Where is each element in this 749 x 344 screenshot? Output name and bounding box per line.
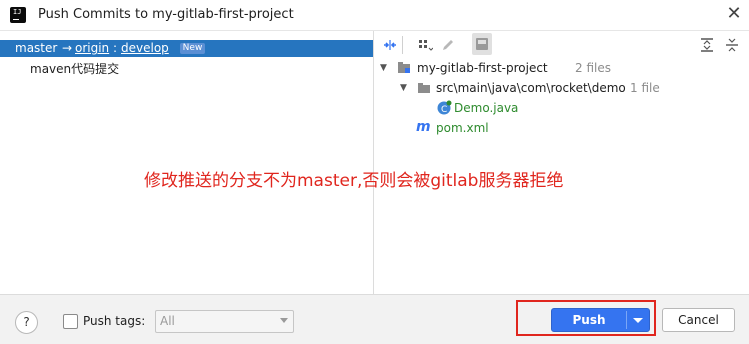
dialog-footer: ? Push tags: All Push Cancel [0, 294, 749, 344]
expand-all-icon[interactable] [699, 37, 715, 53]
edit-icon[interactable] [440, 37, 456, 53]
branch-row[interactable]: master → origin : develop New [0, 40, 373, 57]
caret-down-icon [633, 318, 643, 323]
cancel-button[interactable]: Cancel [662, 308, 735, 332]
file-name: Demo.java [454, 101, 519, 115]
maven-icon: m [416, 119, 431, 135]
push-button[interactable]: Push [551, 308, 650, 332]
expand-arrow-icon[interactable]: ▼ [380, 63, 387, 73]
intellij-logo-icon: IJ [10, 7, 26, 23]
push-tags-label[interactable]: Push tags: [83, 314, 145, 328]
root-name: my-gitlab-first-project [417, 61, 548, 75]
toolbar-separator [402, 36, 403, 54]
tags-select-value: All [160, 314, 175, 328]
show-diff-icon[interactable] [472, 33, 492, 55]
remote-name-link[interactable]: origin [75, 41, 109, 55]
help-button[interactable]: ? [15, 311, 38, 334]
svg-text:C: C [441, 105, 447, 115]
root-file-count: 2 files [575, 61, 611, 75]
annotation-text: 修改推送的分支不为master,否则会被gitlab服务器拒绝 [144, 171, 564, 191]
file-name: pom.xml [436, 121, 489, 135]
collapse-all-icon[interactable] [724, 37, 740, 53]
new-branch-badge: New [180, 43, 205, 54]
local-branch: master [15, 41, 58, 55]
push-options-dropdown[interactable] [627, 309, 649, 331]
commit-item[interactable]: maven代码提交 [30, 60, 119, 77]
expand-arrow-icon[interactable]: ▼ [400, 83, 407, 93]
push-button-label[interactable]: Push [552, 309, 626, 331]
app-icon-text: IJ [13, 8, 22, 16]
tags-select[interactable]: All [155, 310, 294, 333]
target-branch-link[interactable]: develop [121, 41, 169, 55]
push-tags-checkbox[interactable] [63, 314, 78, 329]
changes-pane: ▼ my-gitlab-first-project 2 files ▼ src\… [374, 31, 749, 294]
java-class-icon: C [436, 100, 452, 119]
push-arrow: → [62, 41, 73, 55]
folder-file-count: 1 file [630, 81, 660, 95]
window-title: Push Commits to my-gitlab-first-project [38, 7, 294, 22]
expand-diff-icon[interactable] [382, 37, 398, 53]
folder-icon [417, 81, 431, 98]
module-icon [397, 61, 411, 78]
commits-pane: master → origin : develop New maven代码提交 [0, 31, 373, 294]
group-by-icon[interactable] [417, 37, 434, 53]
chevron-down-icon [280, 318, 288, 323]
title-bar: IJ Push Commits to my-gitlab-first-proje… [0, 0, 749, 31]
close-button[interactable]: ✕ [724, 4, 744, 24]
branch-separator: : [113, 41, 118, 55]
folder-name: src\main\java\com\rocket\demo [436, 81, 626, 95]
